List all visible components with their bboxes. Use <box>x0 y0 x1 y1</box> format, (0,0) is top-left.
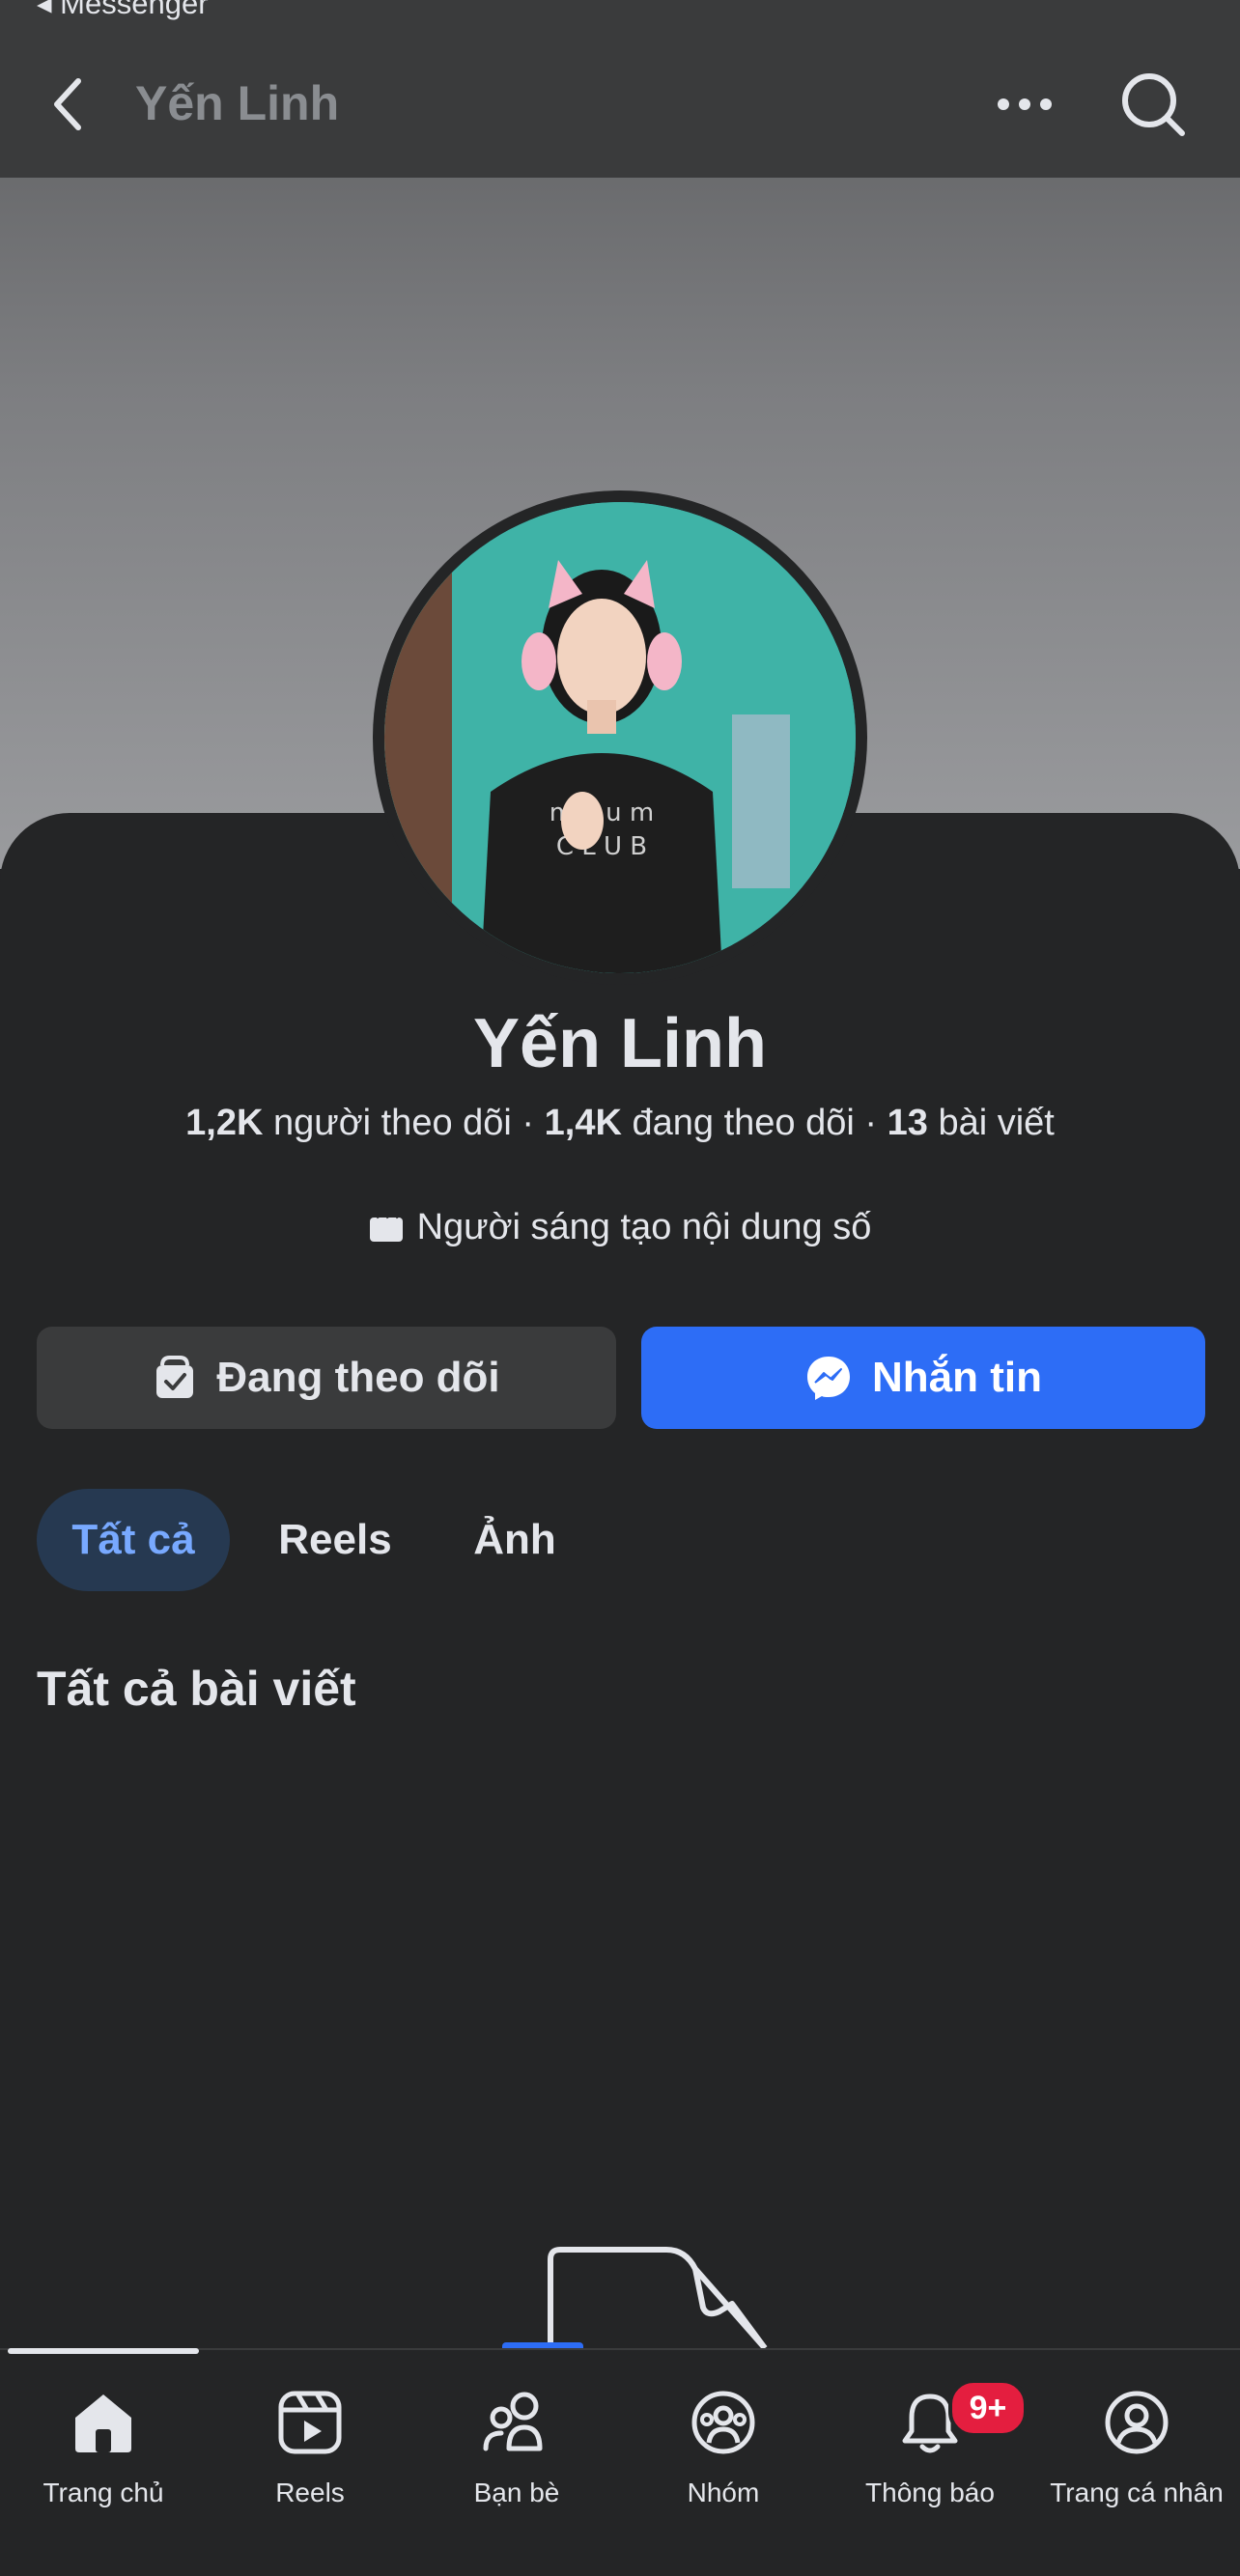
avatar-illustration: m u u m C L U B <box>384 502 856 973</box>
posts-count: 13 <box>887 1103 928 1143</box>
empty-posts-illustration <box>483 2240 792 2361</box>
reels-icon <box>278 2391 342 2454</box>
status-bar-back-app[interactable]: ◂ Messenger <box>37 0 209 21</box>
chevron-left-icon <box>54 78 81 130</box>
notification-badge: 9+ <box>948 2379 1028 2437</box>
nav-item-home[interactable]: Trang chủ <box>0 2379 207 2543</box>
following-button-label: Đang theo dõi <box>216 1354 500 1401</box>
message-button-label: Nhắn tin <box>872 1354 1042 1401</box>
profile-icon <box>1105 2391 1169 2454</box>
bottom-navigation: Trang chủ Reels Bạn bè Nhóm 9+ Thông báo… <box>0 2348 1240 2576</box>
header-title: Yến Linh <box>135 76 340 130</box>
more-options-button[interactable] <box>993 75 1057 133</box>
creator-category-label: Người sáng tạo nội dung số <box>416 1207 872 1247</box>
search-button[interactable] <box>1116 68 1190 141</box>
back-button[interactable] <box>39 68 97 141</box>
messenger-icon <box>807 1357 850 1400</box>
profile-stats: 1,2K người theo dõi · 1,4K đang theo dõi… <box>0 1103 1240 1144</box>
following-button[interactable]: Đang theo dõi <box>37 1327 616 1429</box>
friends-icon <box>483 2392 543 2451</box>
nav-label-notifications: Thông báo <box>865 2478 995 2507</box>
message-button[interactable]: Nhắn tin <box>641 1327 1205 1429</box>
followers-count[interactable]: 1,2K <box>185 1103 263 1143</box>
nav-item-reels[interactable]: Reels <box>207 2379 413 2543</box>
nav-label-profile: Trang cá nhân <box>1050 2478 1224 2507</box>
following-label[interactable]: đang theo dõi <box>632 1103 854 1143</box>
profile-avatar[interactable]: m u u m C L U B <box>373 490 867 985</box>
stats-separator: · <box>864 1103 878 1143</box>
groups-icon <box>691 2391 755 2454</box>
more-dots-icon <box>998 98 1052 110</box>
nav-item-profile[interactable]: Trang cá nhân <box>1033 2379 1240 2543</box>
nav-item-groups[interactable]: Nhóm <box>620 2379 827 2543</box>
active-tab-indicator <box>8 2348 199 2354</box>
posts-label: bài viết <box>938 1103 1055 1143</box>
stats-separator: · <box>521 1103 535 1143</box>
clapperboard-icon <box>369 1213 403 1242</box>
nav-label-friends: Bạn bè <box>473 2478 560 2507</box>
avatar-photo: m u u m C L U B <box>384 502 856 973</box>
followers-label[interactable]: người theo dõi <box>273 1103 512 1143</box>
tab-reels[interactable]: Reels <box>253 1489 417 1591</box>
section-title: Tất cả bài viết <box>37 1662 356 1716</box>
tab-all[interactable]: Tất cả <box>37 1489 230 1591</box>
home-icon <box>75 2394 131 2452</box>
profile-name: Yến Linh <box>473 1005 767 1082</box>
following-check-icon <box>156 1356 194 1398</box>
tab-photos[interactable]: Ảnh <box>442 1489 587 1591</box>
following-count[interactable]: 1,4K <box>545 1103 622 1143</box>
creator-category: Người sáng tạo nội dung số <box>0 1207 1240 1248</box>
nav-item-notifications[interactable]: 9+ Thông báo <box>827 2379 1033 2543</box>
nav-label-reels: Reels <box>275 2478 345 2507</box>
nav-item-friends[interactable]: Bạn bè <box>413 2379 620 2543</box>
nav-label-groups: Nhóm <box>687 2478 760 2507</box>
nav-label-home: Trang chủ <box>42 2478 164 2507</box>
search-icon <box>1122 73 1185 136</box>
top-header: ◂ Messenger Yến Linh <box>0 0 1240 178</box>
